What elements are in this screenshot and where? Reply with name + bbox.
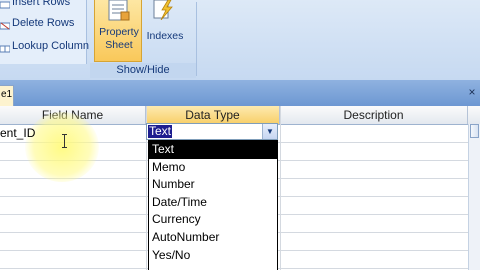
lookup-column-icon — [0, 42, 11, 53]
dropdown-option[interactable]: Number — [149, 176, 277, 194]
insert-rows-button[interactable]: Insert Rows — [0, 0, 70, 10]
column-divider — [280, 106, 281, 270]
tools-group: Insert Rows Delete Rows Lookup Column — [0, 0, 89, 64]
insert-rows-icon — [0, 0, 11, 9]
ribbon: Insert Rows Delete Rows Lookup Column Pr… — [0, 0, 480, 80]
lookup-column-label: Lookup Column — [12, 40, 90, 52]
dropdown-option[interactable]: Currency — [149, 211, 277, 229]
close-icon[interactable]: × — [466, 82, 478, 102]
data-type-header[interactable]: Data Type — [146, 106, 280, 124]
text-cursor-icon — [62, 134, 67, 148]
dropdown-option[interactable]: Yes/No — [149, 247, 277, 265]
field-name-cell[interactable]: ent_ID — [0, 125, 35, 141]
indexes-label: Indexes — [146, 30, 184, 42]
table-tab[interactable]: e1 — [0, 85, 14, 106]
vertical-scrollbar[interactable] — [468, 124, 480, 270]
description-header[interactable]: Description — [280, 106, 468, 124]
chevron-down-icon[interactable]: ▼ — [262, 124, 277, 139]
indexes-button[interactable]: Indexes — [144, 0, 186, 62]
property-sheet-label: Property Sheet — [99, 26, 139, 51]
dropdown-option[interactable]: Date/Time — [149, 194, 277, 212]
dropdown-option[interactable]: Memo — [149, 159, 277, 177]
insert-rows-label: Insert Rows — [12, 0, 71, 8]
lookup-column-button[interactable]: Lookup Column — [0, 38, 89, 54]
data-type-dropdown: Text Memo Number Date/Time Currency Auto… — [148, 140, 278, 270]
document-tab-bar: e1 — [0, 80, 480, 106]
lightning-icon — [153, 0, 173, 20]
ribbon-separator — [196, 2, 197, 76]
delete-rows-label: Delete Rows — [12, 17, 75, 29]
delete-rows-button[interactable]: Delete Rows — [0, 15, 74, 31]
property-sheet-button[interactable]: Property Sheet — [94, 0, 142, 62]
delete-rows-icon — [0, 19, 11, 30]
dropdown-option[interactable]: AutoNumber — [149, 229, 277, 247]
dropdown-option[interactable]: Text — [149, 141, 277, 159]
show-hide-group-label: Show/Hide — [90, 63, 196, 78]
data-type-value: Text — [148, 124, 173, 138]
scrollbar-thumb[interactable] — [470, 124, 479, 138]
data-type-combobox[interactable]: Text ▼ — [146, 123, 278, 140]
property-sheet-icon — [108, 0, 130, 21]
